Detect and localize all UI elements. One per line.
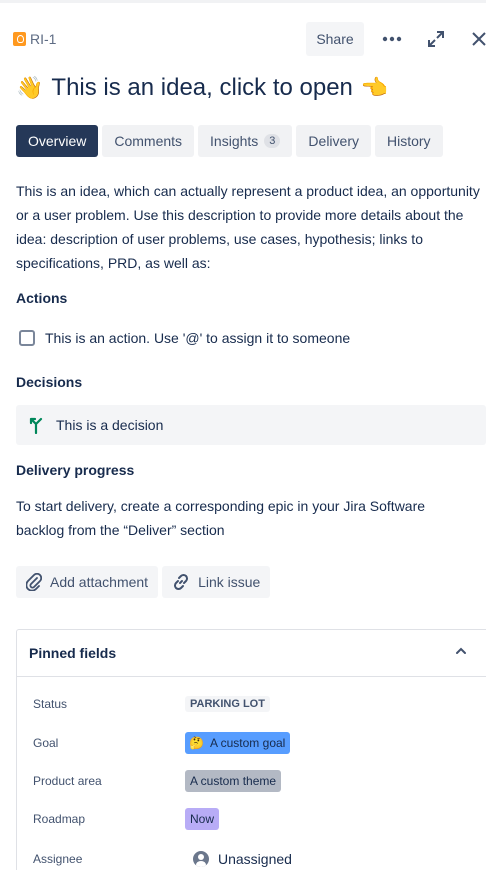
link-issue-label: Link issue <box>198 574 261 590</box>
roadmap-chip[interactable]: Now <box>185 808 220 830</box>
assignee-picker[interactable]: Unassigned <box>185 848 297 870</box>
status-field: Status PARKING LOT <box>33 692 473 716</box>
description-text[interactable]: This is an idea, which can actually repr… <box>16 179 486 275</box>
close-icon <box>472 32 486 46</box>
tab-history[interactable]: History <box>375 125 443 157</box>
tab-comments[interactable]: Comments <box>102 125 195 157</box>
avatar-icon <box>193 851 209 867</box>
decisions-heading: Decisions <box>16 374 83 390</box>
delivery-progress-heading: Delivery progress <box>16 462 135 478</box>
thinking-face-emoji: 🤔 <box>189 736 204 750</box>
pinned-fields-panel: Pinned fields Status PARKING LOT Goal 🤔 … <box>16 629 486 870</box>
product-area-field: Product area A custom theme <box>33 769 473 793</box>
goal-field: Goal 🤔 A custom goal <box>33 731 473 755</box>
insights-count-badge: 3 <box>264 134 281 148</box>
product-area-chip[interactable]: A custom theme <box>185 770 282 792</box>
issue-key-text: RI-1 <box>30 31 57 47</box>
decision-icon <box>29 417 43 434</box>
issue-header: RI-1 Share <box>0 22 486 56</box>
goal-value: A custom goal <box>209 736 286 750</box>
assignee-field: Assignee Unassigned <box>33 847 473 870</box>
goal-chip[interactable]: 🤔 A custom goal <box>185 732 291 754</box>
tab-insights[interactable]: Insights 3 <box>198 125 293 157</box>
issue-title-text: This is an idea, click to open <box>51 74 353 101</box>
delivery-progress-text: To start delivery, create a correspondin… <box>16 498 426 538</box>
tab-delivery[interactable]: Delivery <box>296 125 371 157</box>
paperclip-icon <box>26 573 42 591</box>
decision-item: This is a decision <box>16 405 486 445</box>
tab-insights-label: Insights <box>210 133 259 149</box>
expand-button[interactable] <box>421 24 451 54</box>
roadmap-label: Roadmap <box>33 812 86 826</box>
action-item: This is an action. Use '@' to assign it … <box>19 330 350 346</box>
actions-heading: Actions <box>16 290 68 306</box>
share-button[interactable]: Share <box>306 22 364 56</box>
status-lozenge[interactable]: PARKING LOT <box>185 696 270 712</box>
assignee-label: Assignee <box>33 852 83 866</box>
expand-icon <box>428 31 444 47</box>
action-checkbox[interactable] <box>19 330 35 346</box>
attachment-actions: Add attachment Link issue <box>16 566 271 598</box>
waving-hand-emoji: 👋 <box>16 75 44 100</box>
pointing-hand-emoji: 👈 <box>360 75 389 100</box>
idea-icon <box>13 32 26 46</box>
close-button[interactable] <box>464 24 486 54</box>
link-icon <box>174 573 189 591</box>
more-icon <box>382 36 402 42</box>
issue-title[interactable]: 👋 This is an idea, click to open 👈 <box>16 74 388 102</box>
issue-key-link[interactable]: RI-1 <box>13 31 56 47</box>
assignee-value: Unassigned <box>218 851 292 867</box>
roadmap-field: Roadmap Now <box>33 807 473 831</box>
pinned-fields-title: Pinned fields <box>29 645 117 661</box>
product-area-label: Product area <box>33 774 102 788</box>
issue-tabs: Overview Comments Insights 3 Delivery Hi… <box>16 125 443 157</box>
add-attachment-label: Add attachment <box>50 574 149 590</box>
status-label: Status <box>33 697 68 711</box>
tab-overview[interactable]: Overview <box>16 125 99 157</box>
action-text[interactable]: This is an action. Use '@' to assign it … <box>45 330 350 346</box>
chevron-up-icon[interactable] <box>455 646 467 656</box>
decision-text[interactable]: This is a decision <box>56 417 163 433</box>
pinned-fields-header[interactable]: Pinned fields <box>17 630 486 677</box>
add-attachment-button[interactable]: Add attachment <box>16 566 159 598</box>
goal-label: Goal <box>33 736 59 750</box>
link-issue-button[interactable]: Link issue <box>162 566 271 598</box>
more-actions-button[interactable] <box>374 24 410 54</box>
top-divider <box>0 0 486 3</box>
